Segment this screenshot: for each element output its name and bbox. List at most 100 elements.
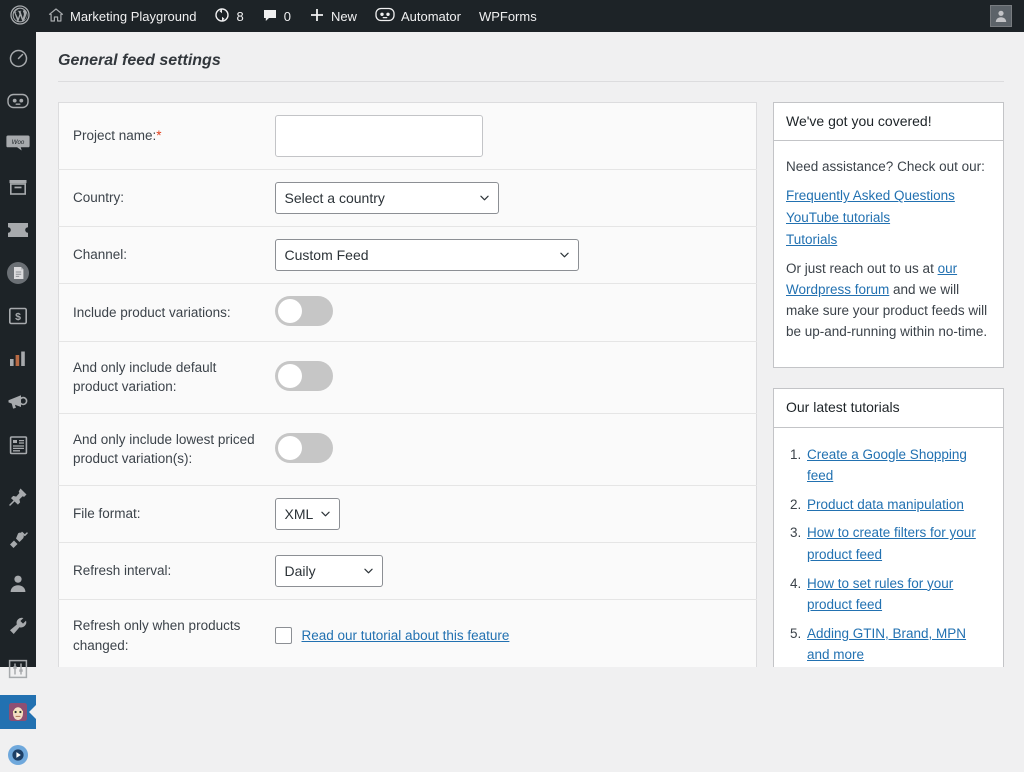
content-columns: Project name:* Country: (58, 102, 1004, 667)
admin-bar: Marketing Playground 8 0 New Automator W… (0, 0, 1024, 32)
refresh-on-change-tutorial-link[interactable]: Read our tutorial about this feature (302, 628, 510, 643)
tutorials-link[interactable]: Tutorials (786, 232, 991, 247)
automator-robot-icon (7, 93, 29, 109)
row-control (275, 341, 757, 413)
faq-link[interactable]: Frequently Asked Questions (786, 188, 991, 203)
include-product-variations-toggle[interactable] (275, 296, 333, 326)
menu-gap (0, 557, 36, 566)
page-body: General feed settings Project name:* (36, 32, 1024, 667)
label-text: Project name: (73, 128, 156, 143)
comment-bubble-icon (262, 7, 278, 26)
chevron-down-icon (321, 511, 330, 517)
sidebar-item-plugins[interactable] (0, 523, 36, 557)
sidebar-item-marketing[interactable] (0, 385, 36, 419)
site-name-button[interactable]: Marketing Playground (39, 0, 205, 32)
list-item: How to create filters for your product f… (805, 522, 991, 565)
help-box-outro-before: Or just reach out to us at (786, 261, 938, 276)
tutorial-link-2[interactable]: Product data manipulation (807, 497, 964, 512)
plug-icon (8, 530, 28, 550)
home-icon (48, 7, 64, 26)
chevron-down-icon (480, 195, 489, 201)
automator-label: Automator (401, 9, 461, 24)
sidebar-item-product-feed[interactable] (0, 695, 36, 729)
wpforms-button[interactable]: WPForms (470, 0, 546, 32)
country-select-value: Select a country (285, 190, 385, 206)
sidebar-item-tools[interactable] (0, 609, 36, 643)
chevron-down-icon (560, 252, 569, 258)
table-row: Include product variations: (59, 283, 757, 341)
avatar[interactable] (990, 5, 1012, 27)
help-box-title: We've got you covered! (774, 103, 1003, 142)
file-format-select[interactable]: XML (275, 498, 341, 530)
country-select[interactable]: Select a country (275, 182, 499, 214)
sidebar-item-media-player[interactable] (0, 738, 36, 772)
list-item: Product data manipulation (805, 494, 991, 516)
latest-tutorials-box: Our latest tutorials Create a Google Sho… (773, 388, 1004, 667)
updates-icon (214, 7, 230, 26)
list-item: How to set rules for your product feed (805, 573, 991, 616)
sidebar-item-automator[interactable] (0, 84, 36, 118)
new-content-label: New (331, 9, 357, 24)
channel-select[interactable]: Custom Feed (275, 239, 579, 271)
row-label-project-name: Project name:* (59, 102, 275, 169)
lowest-priced-variation-toggle[interactable] (275, 433, 333, 463)
help-box-outro: Or just reach out to us at our Wordpress… (786, 259, 991, 343)
menu-gap (0, 75, 36, 84)
svg-text:Woo: Woo (12, 139, 25, 146)
dashboard-icon (9, 49, 28, 68)
row-control: Daily (275, 543, 757, 600)
youtube-tutorials-link[interactable]: YouTube tutorials (786, 210, 991, 225)
default-product-variation-toggle[interactable] (275, 361, 333, 391)
user-icon (9, 574, 27, 593)
page-title: General feed settings (58, 51, 1004, 82)
row-control: Select a country (275, 169, 757, 226)
sidebar-item-dashboard[interactable] (0, 41, 36, 75)
main-column: Project name:* Country: (58, 102, 757, 667)
latest-tutorials-content: Create a Google Shopping feed Product da… (774, 428, 1003, 667)
tutorial-link-5[interactable]: Adding GTIN, Brand, MPN and more (807, 626, 966, 663)
label-text: Country: (73, 190, 124, 205)
new-content-button[interactable]: New (300, 0, 366, 32)
sidebar-item-payments[interactable]: $ (0, 299, 36, 333)
automator-button[interactable]: Automator (366, 0, 470, 32)
project-name-input[interactable] (275, 115, 483, 157)
tutorial-link-3[interactable]: How to create filters for your product f… (807, 525, 976, 562)
sidebar-item-analytics[interactable] (0, 342, 36, 376)
menu-gap (0, 462, 36, 471)
general-feed-settings-table: Project name:* Country: (58, 102, 757, 667)
sidebar-item-coupons[interactable] (0, 213, 36, 247)
sidebar-item-woocommerce[interactable]: Woo (0, 127, 36, 161)
sidebar-item-posts[interactable] (0, 480, 36, 514)
pin-icon (8, 487, 28, 507)
row-control (275, 283, 757, 341)
tutorial-link-4[interactable]: How to set rules for your product feed (807, 576, 953, 613)
megaphone-icon (7, 393, 29, 411)
refresh-on-change-checkbox[interactable] (275, 627, 292, 644)
label-text: File format: (73, 506, 141, 521)
row-label-country: Country: (59, 169, 275, 226)
refresh-interval-select[interactable]: Daily (275, 555, 383, 587)
menu-gap (0, 686, 36, 695)
play-circle-icon (7, 744, 29, 766)
label-text: Channel: (73, 247, 127, 262)
table-row: Project name:* (59, 102, 757, 169)
admin-sidebar-menu: Woo $ (0, 32, 36, 667)
row-label-file-format: File format: (59, 486, 275, 543)
wordpress-logo-button[interactable] (0, 0, 39, 32)
row-control: XML (275, 486, 757, 543)
row-label-default-variation: And only include default product variati… (59, 341, 275, 413)
sidebar-item-settings[interactable] (0, 652, 36, 686)
dollar-icon: $ (8, 306, 28, 326)
tutorial-link-1[interactable]: Create a Google Shopping feed (807, 447, 967, 484)
sidebar-item-orders[interactable] (0, 256, 36, 290)
menu-gap (0, 471, 36, 480)
sidebar-item-users[interactable] (0, 566, 36, 600)
table-row: And only include default product variati… (59, 341, 757, 413)
sidebar-item-forms[interactable] (0, 428, 36, 462)
row-label-include-variations: Include product variations: (59, 283, 275, 341)
table-row: Refresh only when products changed: Read… (59, 600, 757, 667)
sidebar-item-products[interactable] (0, 170, 36, 204)
comments-button[interactable]: 0 (253, 0, 300, 32)
receipt-icon (6, 261, 30, 285)
updates-button[interactable]: 8 (205, 0, 252, 32)
